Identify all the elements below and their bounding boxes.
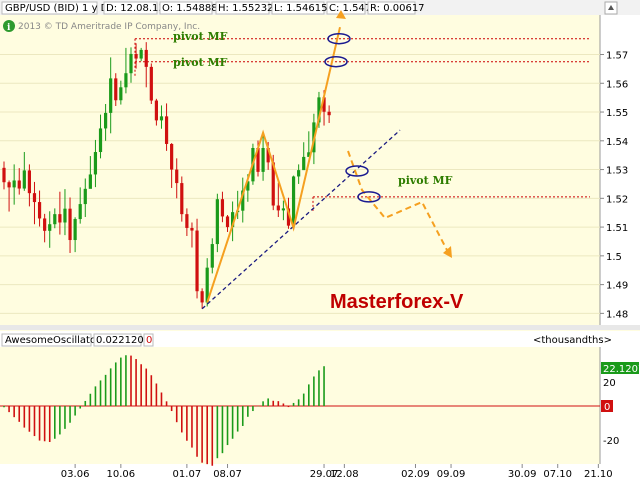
x-tick-label: 30.09 [508, 469, 537, 480]
low-value: L: 1.54615 [274, 3, 327, 14]
candle-bull [12, 180, 16, 188]
candle-bear [37, 202, 42, 219]
candle-bear [190, 227, 194, 231]
candle-bull [104, 112, 108, 129]
x-tick-label: 01.07 [173, 469, 202, 480]
pivot-label: pivot MF [398, 174, 453, 187]
candle-bull [281, 208, 285, 211]
oscillator-units: <thousandths> [533, 335, 612, 346]
y-tick-label: 1.57 [606, 51, 628, 62]
candle-bear [327, 111, 331, 116]
oscillator-name: AwesomeOscillator [5, 335, 101, 346]
candle-bear [68, 208, 72, 241]
y-tick-label: 1.48 [606, 309, 628, 320]
y-tick-label: 1.54 [606, 137, 628, 148]
candle-bull [93, 152, 98, 175]
candle-bear [170, 143, 174, 170]
candle-bull [215, 199, 219, 245]
candle-bull [129, 53, 133, 74]
high-value: H: 1.55232 [218, 3, 273, 14]
y-tick-label: 1.53 [606, 166, 628, 177]
candle-bull [139, 49, 143, 59]
chart-canvas: GBP/USD (BID) 1 y D D: 12.08.13 O: 1.548… [0, 0, 640, 480]
x-tick-label: 03.06 [61, 469, 90, 480]
candle-bear [134, 53, 138, 59]
brand-label: Masterforex-V [330, 291, 464, 313]
x-tick-label: 07.10 [543, 469, 572, 480]
candle-bull [210, 244, 214, 268]
range-value: R: 0.00617 [370, 3, 425, 14]
candle-bull [109, 78, 113, 113]
candle-bull [291, 176, 296, 226]
candle-bull [73, 219, 77, 241]
symbol-label: GBP/USD (BID) 1 y D [5, 3, 109, 14]
candle-bear [180, 183, 184, 215]
candle-bear [154, 100, 158, 121]
chart-window: GBP/USD (BID) 1 y D D: 12.08.13 O: 1.548… [0, 0, 640, 480]
chart-background [0, 0, 640, 480]
candle-bear [58, 214, 62, 223]
y-tick-label: 1.49 [606, 281, 628, 292]
y-tick-label: 1.51 [606, 223, 628, 234]
candle-bull [22, 170, 26, 189]
y-tick-label: 1.55 [606, 108, 628, 119]
candle-bear [220, 199, 225, 217]
candle-bear [17, 180, 21, 189]
oscillator-current-value: 22.1207 [603, 364, 640, 375]
candle-bull [159, 116, 164, 121]
candle-bear [114, 78, 118, 101]
candle-bear [43, 218, 47, 231]
candle-bear [175, 169, 179, 184]
candle-bull [83, 188, 87, 205]
header-fields: GBP/USD (BID) 1 y D D: 12.08.13 O: 1.548… [1, 1, 425, 15]
candle-bear [144, 49, 148, 67]
candle-bear [2, 167, 6, 183]
info-icon-glyph: i [7, 23, 11, 33]
x-tick-label: 10.06 [107, 469, 136, 480]
x-tick-label: 02.09 [401, 469, 430, 480]
pivot-label: pivot MF [173, 30, 228, 43]
candle-bull [78, 204, 82, 220]
oscillator-value: 0.0221207 [96, 335, 150, 346]
oscillator-tick-minus-20: -20 [603, 436, 619, 447]
candle-bear [32, 193, 37, 203]
candle-bull [119, 87, 123, 101]
candle-bull [124, 73, 128, 88]
oscillator-zero: 0 [146, 335, 152, 346]
x-tick-label: 21.10 [584, 469, 613, 480]
candle-bull [53, 214, 57, 225]
candle-bull [98, 128, 103, 153]
candle-bear [195, 230, 199, 292]
x-tick-label: 08.07 [213, 469, 242, 480]
candle-bull [88, 174, 92, 189]
candle-bull [261, 147, 265, 172]
oscillator-zero-tag-label: 0 [604, 402, 610, 413]
y-tick-label: 1.56 [606, 79, 628, 90]
candle-bull [302, 156, 306, 171]
y-tick-label: 1.52 [606, 194, 628, 205]
candle-bear [149, 66, 153, 101]
candle-bull [297, 170, 301, 177]
candle-bull [63, 208, 67, 223]
date-value: D: 12.08.13 [106, 3, 165, 14]
pane-separator [0, 325, 640, 330]
candle-bear [164, 116, 169, 144]
open-value: O: 1.54888 [162, 3, 218, 14]
oscillator-tick-20: 20 [603, 378, 616, 389]
x-tick-label: 09.09 [437, 469, 466, 480]
x-tick-label: 12.08 [330, 469, 359, 480]
candle-bear [185, 214, 189, 228]
expand-button[interactable] [604, 1, 618, 15]
candle-bear [200, 291, 204, 303]
candle-bear [7, 182, 11, 188]
pivot-label: pivot MF [173, 56, 228, 69]
candle-bear [276, 205, 280, 211]
candle-bull [48, 224, 52, 231]
candle-bear [225, 216, 230, 228]
y-tick-label: 1.5 [606, 252, 622, 263]
candle-bear [27, 170, 31, 194]
